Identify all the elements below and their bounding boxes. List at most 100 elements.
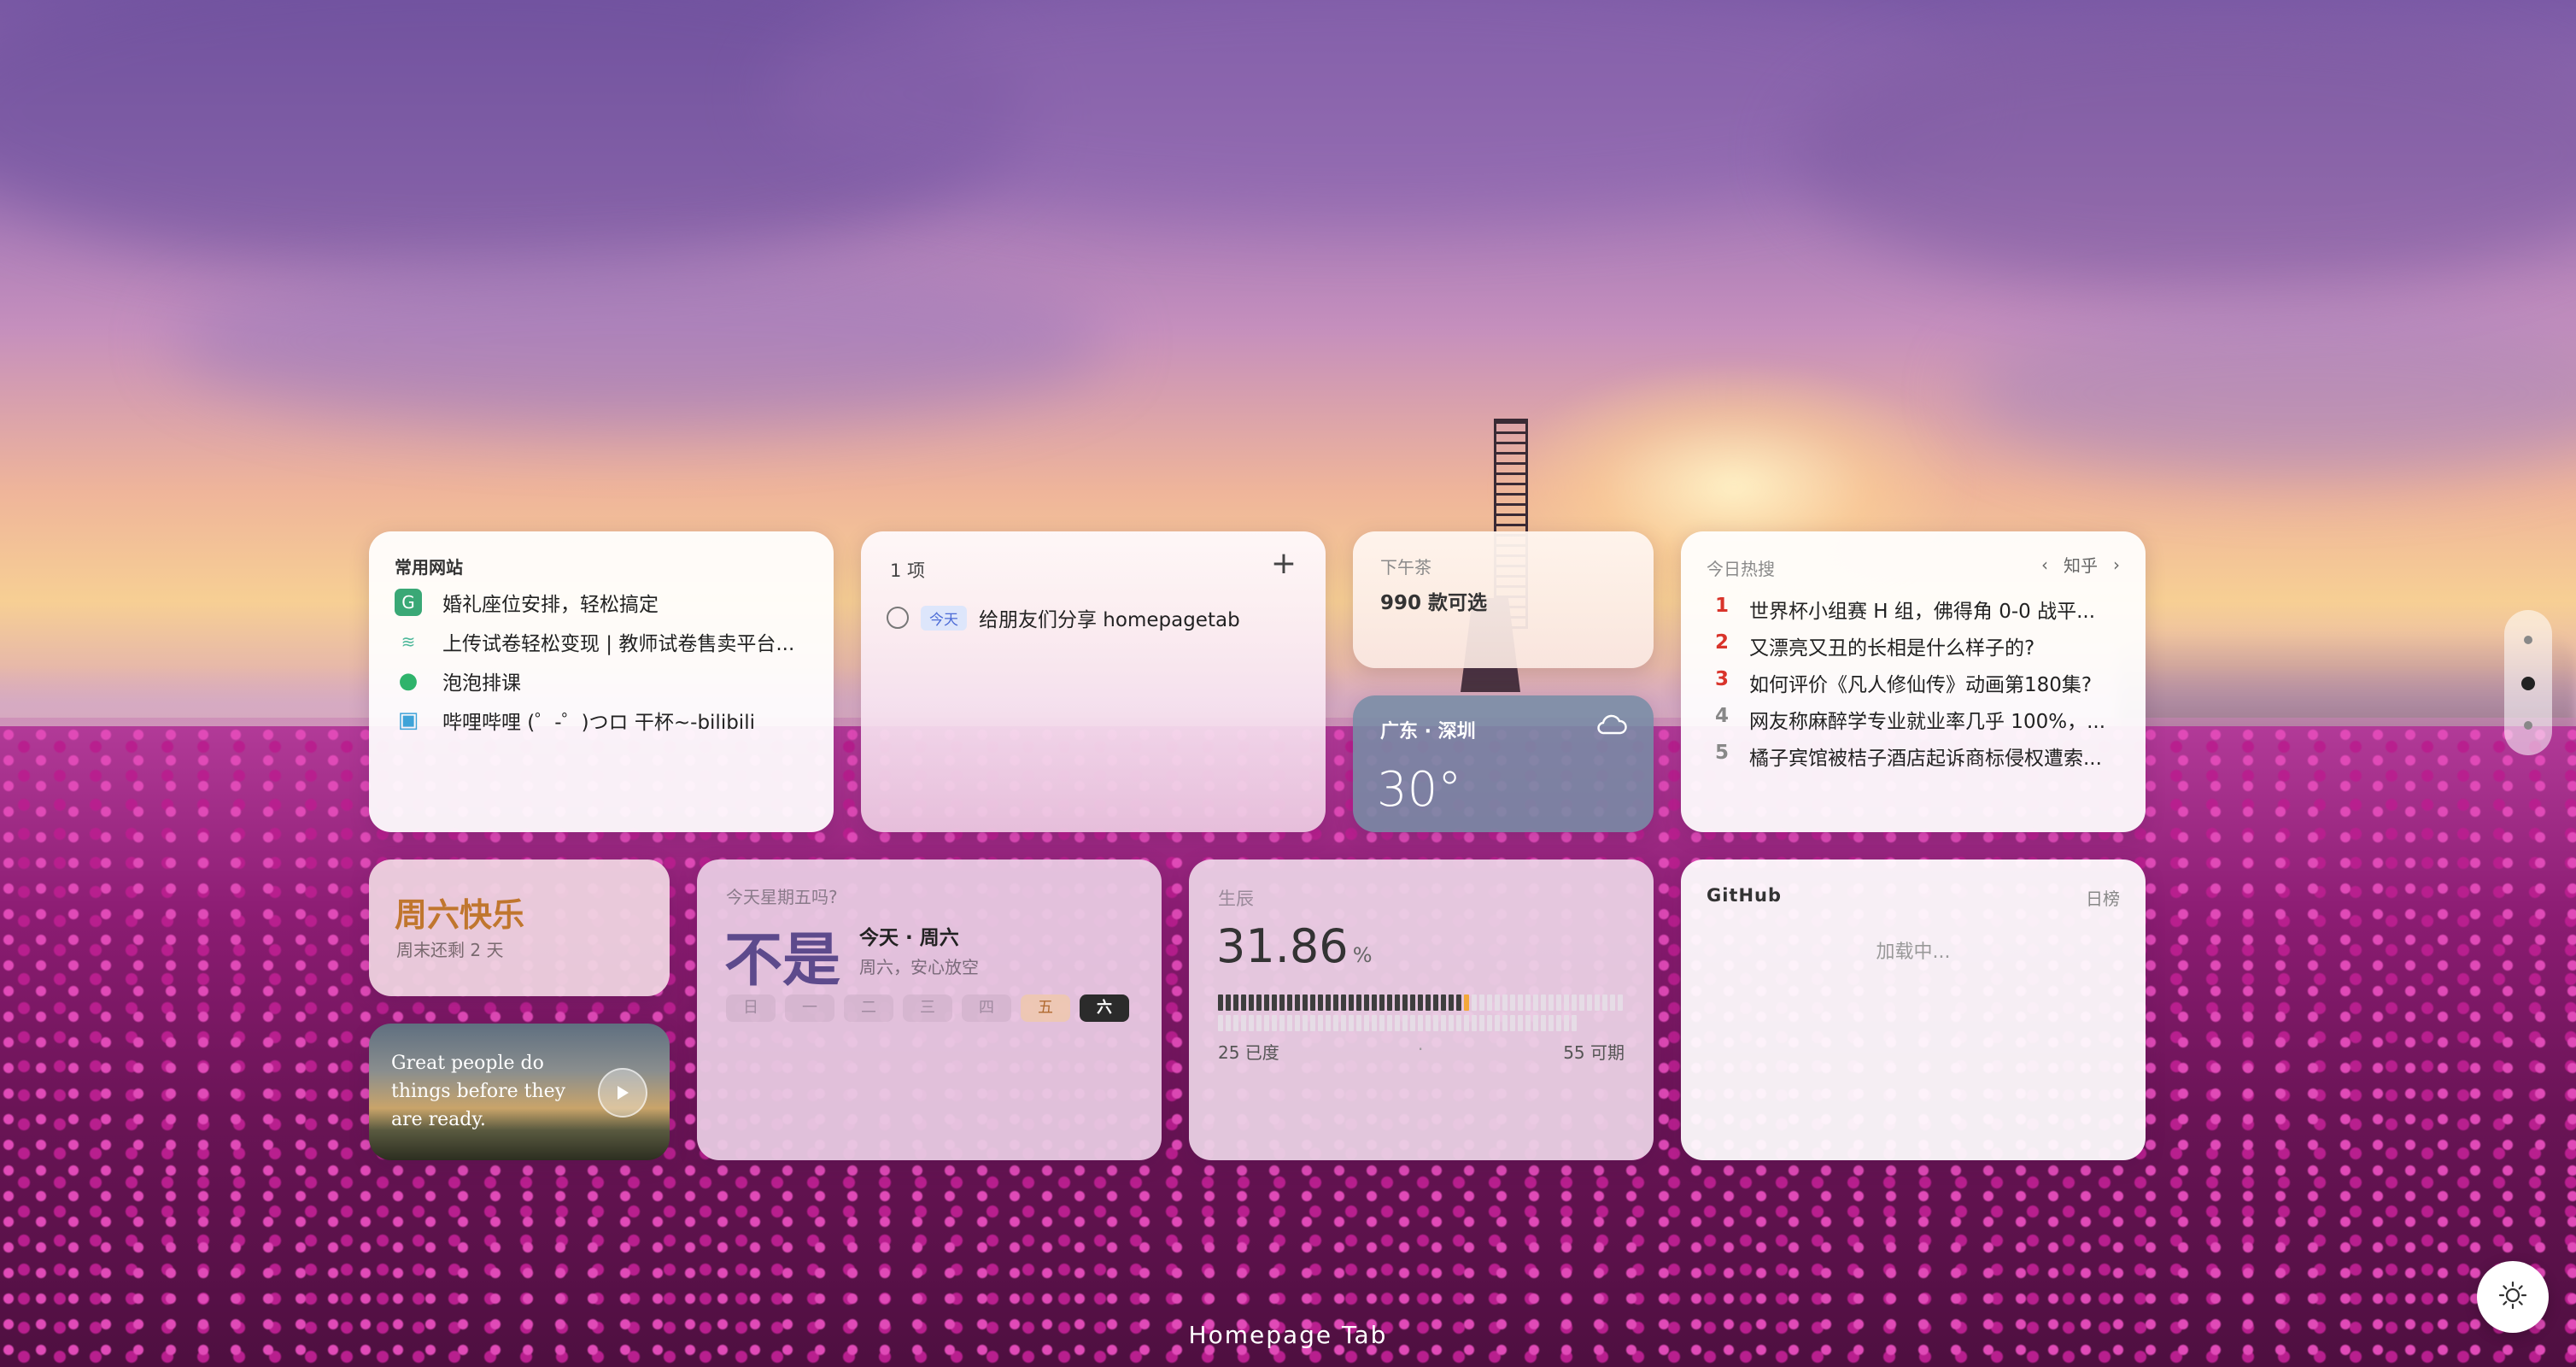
- play-icon[interactable]: [598, 1068, 647, 1118]
- progress-segment: [1272, 1014, 1277, 1031]
- progress-segment: [1349, 994, 1354, 1011]
- page-dot-active[interactable]: [2521, 677, 2535, 690]
- progress-segment: [1479, 1014, 1484, 1031]
- progress-segment: [1441, 1014, 1446, 1031]
- progress-segment: [1295, 1014, 1300, 1031]
- page-indicator: [2504, 610, 2552, 755]
- progress-segment: [1287, 994, 1292, 1011]
- cloud: [1964, 308, 2576, 478]
- progress-segment: [1364, 994, 1369, 1011]
- progress-segment: [1249, 994, 1254, 1011]
- day-chip: 二: [844, 994, 893, 1022]
- progress-segment: [1326, 1014, 1331, 1031]
- progress-segment: [1387, 1014, 1392, 1031]
- site-link-bilibili[interactable]: ▣ 哔哩哔哩 (゜-゜)つロ 干杯~-bilibili: [395, 706, 813, 735]
- progress-segment: [1449, 1014, 1454, 1031]
- todo-count: 1 项: [890, 560, 926, 581]
- site-link-schedule[interactable]: ● 泡泡排课: [395, 666, 813, 695]
- weather-widget[interactable]: 广东 · 深圳 30°: [1353, 695, 1654, 832]
- life-widget: 生辰 31.86 % 25 已度 · 55 可期: [1189, 860, 1654, 1160]
- life-value-row: 31.86 %: [1216, 919, 1373, 973]
- life-spent: 25 已度: [1218, 1042, 1279, 1063]
- progress-segment: [1372, 994, 1377, 1011]
- progress-segment: [1464, 1014, 1469, 1031]
- layers-icon: ≋: [401, 631, 416, 652]
- progress-segment: [1533, 1014, 1538, 1031]
- hot-item[interactable]: 3 如何评价《凡人修仙传》动画第180集?: [1715, 668, 2134, 697]
- hot-item[interactable]: 1 世界杯小组赛 H 组，佛得角 0-0 战平...: [1715, 595, 2134, 624]
- progress-segment: [1395, 994, 1400, 1011]
- progress-segment: [1518, 1014, 1523, 1031]
- progress-segment: [1387, 994, 1392, 1011]
- life-title: 生辰: [1218, 889, 1254, 909]
- progress-segment: [1341, 994, 1346, 1011]
- progress-segment: [1303, 1014, 1308, 1031]
- progress-segment: [1256, 1014, 1262, 1031]
- progress-segment: [1318, 994, 1323, 1011]
- progress-segment: [1533, 994, 1538, 1011]
- todo-text: 给朋友们分享 homepagetab: [979, 609, 1240, 631]
- tea-widget[interactable]: 下午茶 990 款可选: [1353, 531, 1654, 668]
- hot-item[interactable]: 4 网友称麻醉学专业就业率几乎 100%，...: [1715, 705, 2134, 734]
- day-chip: 一: [785, 994, 834, 1022]
- progress-segment: [1310, 994, 1315, 1011]
- day-chip: 三: [903, 994, 952, 1022]
- life-remain: 55 可期: [1563, 1042, 1625, 1063]
- hot-item[interactable]: 5 橘子宾馆被桔子酒店起诉商标侵权遭索...: [1715, 742, 2134, 771]
- chevron-left-icon[interactable]: ‹: [2041, 554, 2048, 575]
- progress-segment: [1587, 994, 1592, 1011]
- day-chip: 日: [726, 994, 776, 1022]
- life-dot: ·: [1418, 1039, 1424, 1059]
- hot-item[interactable]: 2 又漂亮又丑的长相是什么样子的?: [1715, 631, 2134, 660]
- progress-segment: [1541, 994, 1546, 1011]
- day-chip-friday: 五: [1021, 994, 1070, 1022]
- progress-segment: [1356, 1014, 1361, 1031]
- progress-segment: [1464, 994, 1469, 1011]
- g-letter-icon: G: [395, 589, 422, 616]
- chevron-right-icon[interactable]: ›: [2113, 554, 2120, 575]
- tea-title: 下午茶: [1380, 557, 1431, 578]
- progress-segment: [1525, 1014, 1531, 1031]
- progress-segment: [1402, 994, 1408, 1011]
- cloud: [171, 256, 1110, 427]
- progress-segment: [1226, 1014, 1231, 1031]
- progress-segment: [1441, 994, 1446, 1011]
- footer-title: Homepage Tab: [1188, 1321, 1388, 1349]
- progress-segment: [1418, 1014, 1423, 1031]
- progress-segment: [1264, 994, 1269, 1011]
- todo-item[interactable]: 今天 给朋友们分享 homepagetab: [887, 603, 1240, 632]
- day-chip-today: 六: [1080, 994, 1129, 1022]
- bilibili-icon: ▣: [397, 707, 419, 733]
- page-dot[interactable]: [2524, 636, 2532, 644]
- hot-source[interactable]: 知乎: [2064, 552, 2098, 577]
- github-widget: GitHub 日榜 加载中...: [1681, 860, 2146, 1160]
- progress-segment: [1502, 994, 1508, 1011]
- progress-segment: [1472, 994, 1477, 1011]
- quote-widget[interactable]: Great people do things before they are r…: [369, 1024, 670, 1160]
- progress-segment: [1541, 1014, 1546, 1031]
- progress-segment: [1264, 1014, 1269, 1031]
- progress-segment: [1279, 994, 1285, 1011]
- progress-segment: [1218, 1014, 1223, 1031]
- life-progress-bar: [1218, 994, 1625, 1032]
- github-range[interactable]: 日榜: [2086, 885, 2120, 910]
- plus-icon[interactable]: +: [1271, 549, 1297, 579]
- day-chip: 四: [962, 994, 1011, 1022]
- site-link-exam[interactable]: ≋ 上传试卷轻松变现 | 教师试卷售卖平台...: [395, 627, 813, 656]
- progress-segment: [1549, 994, 1554, 1011]
- friday-question: 今天星期五吗?: [726, 887, 838, 907]
- progress-segment: [1410, 994, 1415, 1011]
- progress-segment: [1502, 1014, 1508, 1031]
- page-dot[interactable]: [2524, 721, 2532, 730]
- quote-text: Great people do things before they are r…: [391, 1053, 566, 1130]
- progress-segment: [1326, 994, 1331, 1011]
- sites-widget: 常用网站 G 婚礼座位安排，轻松搞定 ≋ 上传试卷轻松变现 | 教师试卷售卖平台…: [369, 531, 834, 832]
- todo-checkbox[interactable]: [887, 607, 909, 629]
- progress-segment: [1379, 994, 1385, 1011]
- progress-segment: [1487, 1014, 1492, 1031]
- site-link-wedding[interactable]: G 婚礼座位安排，轻松搞定: [395, 588, 813, 617]
- progress-segment: [1610, 994, 1615, 1011]
- hot-title: 今日热搜: [1707, 559, 1775, 579]
- progress-segment: [1256, 994, 1262, 1011]
- progress-segment: [1279, 1014, 1285, 1031]
